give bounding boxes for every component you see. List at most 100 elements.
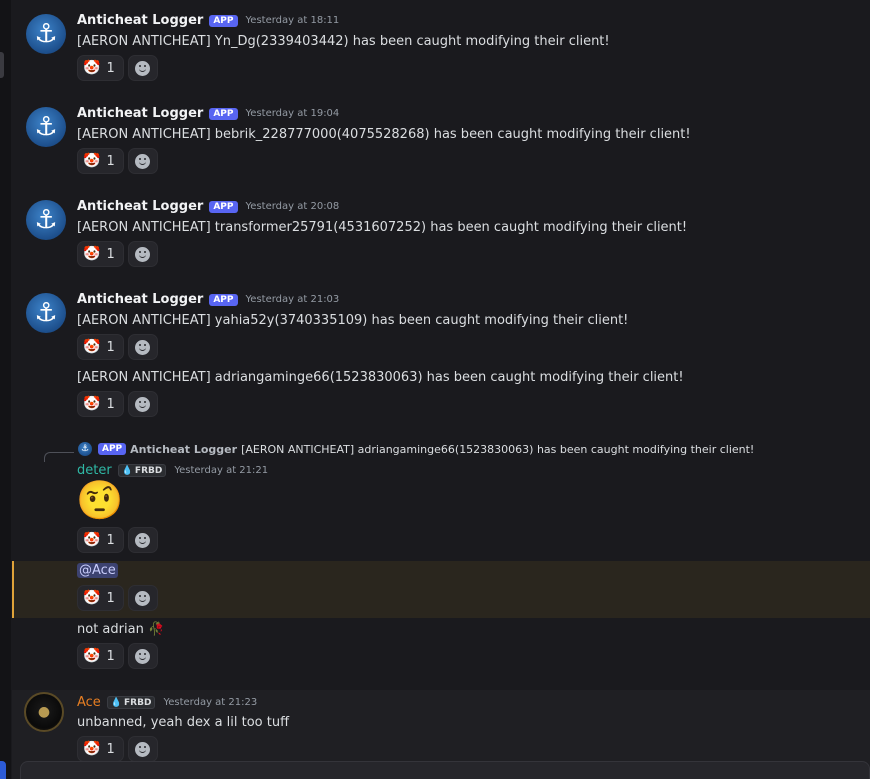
clown-icon: 🤡	[83, 590, 101, 606]
add-reaction-button[interactable]	[127, 736, 158, 762]
message-header: Anticheat Logger APP Yesterday at 18:11	[77, 13, 339, 28]
message-text: [AERON ANTICHEAT] Yn_Dg(2339403442) has …	[77, 34, 610, 49]
anchor-icon[interactable]: ⚓	[26, 293, 66, 333]
anchor-icon: ⚓	[78, 442, 92, 456]
anchor-icon[interactable]: ⚓	[26, 14, 66, 54]
message-header: Anticheat Logger APP Yesterday at 21:03	[77, 292, 339, 307]
clown-icon: 🤡	[83, 532, 101, 548]
username[interactable]: deter	[77, 463, 112, 478]
clown-icon: 🤡	[83, 396, 101, 412]
message-composer[interactable]	[20, 761, 870, 779]
reaction-clown[interactable]: 🤡 1	[77, 527, 124, 553]
avatar[interactable]: ●	[24, 692, 64, 732]
droplet-icon: 💧	[121, 465, 133, 476]
timestamp[interactable]: Yesterday at 18:11	[246, 15, 340, 26]
active-indicator	[0, 761, 6, 779]
message-header: Ace 💧 FRBD Yesterday at 21:23	[77, 695, 257, 710]
add-reaction-button[interactable]	[127, 527, 158, 553]
guild-tag-label: FRBD	[134, 465, 163, 476]
add-reaction-button[interactable]	[127, 391, 158, 417]
reaction-bar: 🤡 1	[77, 334, 158, 360]
server-sidebar-edge	[0, 0, 11, 779]
add-reaction-button[interactable]	[127, 241, 158, 267]
reaction-clown[interactable]: 🤡 1	[77, 643, 124, 669]
app-badge: APP	[98, 443, 127, 455]
reaction-clown[interactable]: 🤡 1	[77, 55, 124, 81]
reaction-bar: 🤡 1	[77, 643, 158, 669]
app-badge: APP	[209, 293, 238, 306]
smiley-icon	[135, 741, 151, 757]
message-body: not adrian	[77, 622, 144, 637]
guild-tag-label: FRBD	[124, 697, 152, 708]
reaction-clown[interactable]: 🤡 1	[77, 148, 124, 174]
reaction-clown[interactable]: 🤡 1	[77, 736, 124, 762]
smiley-icon	[135, 246, 151, 262]
smiley-icon	[135, 590, 151, 606]
guild-tag[interactable]: 💧 FRBD	[117, 464, 167, 477]
clown-icon: 🤡	[83, 648, 101, 664]
message-text: [AERON ANTICHEAT] transformer25791(45316…	[77, 220, 688, 235]
reply-connector	[44, 452, 74, 462]
reaction-clown[interactable]: 🤡 1	[77, 391, 124, 417]
add-reaction-button[interactable]	[127, 643, 158, 669]
reaction-count: 1	[106, 246, 115, 262]
message-text: [AERON ANTICHEAT] adriangaminge66(152383…	[77, 370, 684, 385]
reaction-count: 1	[106, 741, 115, 757]
username[interactable]: Anticheat Logger	[77, 292, 203, 307]
reaction-clown[interactable]: 🤡 1	[77, 585, 124, 611]
reaction-count: 1	[106, 153, 115, 169]
reply-text: [AERON ANTICHEAT] adriangaminge66(152383…	[241, 442, 755, 456]
timestamp[interactable]: Yesterday at 21:23	[163, 697, 257, 708]
timestamp[interactable]: Yesterday at 21:21	[174, 465, 268, 476]
reaction-count: 1	[106, 532, 115, 548]
smiley-icon	[135, 153, 151, 169]
message-text: [AERON ANTICHEAT] yahia52y(3740335109) h…	[77, 313, 629, 328]
reply-author[interactable]: Anticheat Logger	[130, 443, 237, 456]
guild-tag[interactable]: 💧 FRBD	[106, 696, 156, 709]
message-text: not adrian 🥀	[77, 622, 164, 637]
add-reaction-button[interactable]	[127, 334, 158, 360]
reaction-count: 1	[106, 339, 115, 355]
wilted-rose-emoji: 🥀	[147, 622, 165, 637]
anchor-icon[interactable]: ⚓	[26, 200, 66, 240]
add-reaction-button[interactable]	[127, 148, 158, 174]
reaction-clown[interactable]: 🤡 1	[77, 241, 124, 267]
smiley-icon	[135, 532, 151, 548]
reaction-count: 1	[106, 396, 115, 412]
username[interactable]: Anticheat Logger	[77, 106, 203, 121]
scroll-indicator	[0, 52, 4, 78]
reaction-bar: 🤡 1	[77, 736, 158, 762]
message-header: Anticheat Logger APP Yesterday at 19:04	[77, 106, 339, 121]
anchor-icon[interactable]: ⚓	[26, 107, 66, 147]
clown-icon: 🤡	[83, 60, 101, 76]
clown-icon: 🤡	[83, 741, 101, 757]
app-badge: APP	[209, 14, 238, 27]
timestamp[interactable]: Yesterday at 21:03	[246, 294, 340, 305]
droplet-icon: 💧	[110, 697, 123, 708]
username[interactable]: Ace	[77, 695, 101, 710]
smiley-icon	[135, 648, 151, 664]
timestamp[interactable]: Yesterday at 20:08	[246, 201, 340, 212]
reaction-clown[interactable]: 🤡 1	[77, 334, 124, 360]
message-text: @Ace	[77, 563, 118, 578]
user-mention[interactable]: @Ace	[77, 563, 118, 578]
timestamp[interactable]: Yesterday at 19:04	[246, 108, 340, 119]
reaction-bar: 🤡 1	[77, 55, 158, 81]
message-text: unbanned, yeah dex a lil too tuff	[77, 715, 290, 730]
reply-preview[interactable]: ⚓ APP Anticheat Logger [AERON ANTICHEAT]…	[78, 442, 754, 456]
smiley-icon	[135, 60, 151, 76]
username[interactable]: Anticheat Logger	[77, 13, 203, 28]
reaction-count: 1	[106, 590, 115, 606]
add-reaction-button[interactable]	[127, 55, 158, 81]
reaction-bar: 🤡 1	[77, 527, 158, 553]
message-text: [AERON ANTICHEAT] bebrik_228777000(40755…	[77, 127, 691, 142]
username[interactable]: Anticheat Logger	[77, 199, 203, 214]
smiley-icon	[135, 396, 151, 412]
reaction-count: 1	[106, 60, 115, 76]
reaction-bar: 🤡 1	[77, 391, 158, 417]
clown-icon: 🤡	[83, 339, 101, 355]
raised-eyebrow-emoji: 🤨	[76, 478, 124, 522]
reaction-bar: 🤡 1	[77, 585, 158, 611]
app-badge: APP	[209, 200, 238, 213]
add-reaction-button[interactable]	[127, 585, 158, 611]
